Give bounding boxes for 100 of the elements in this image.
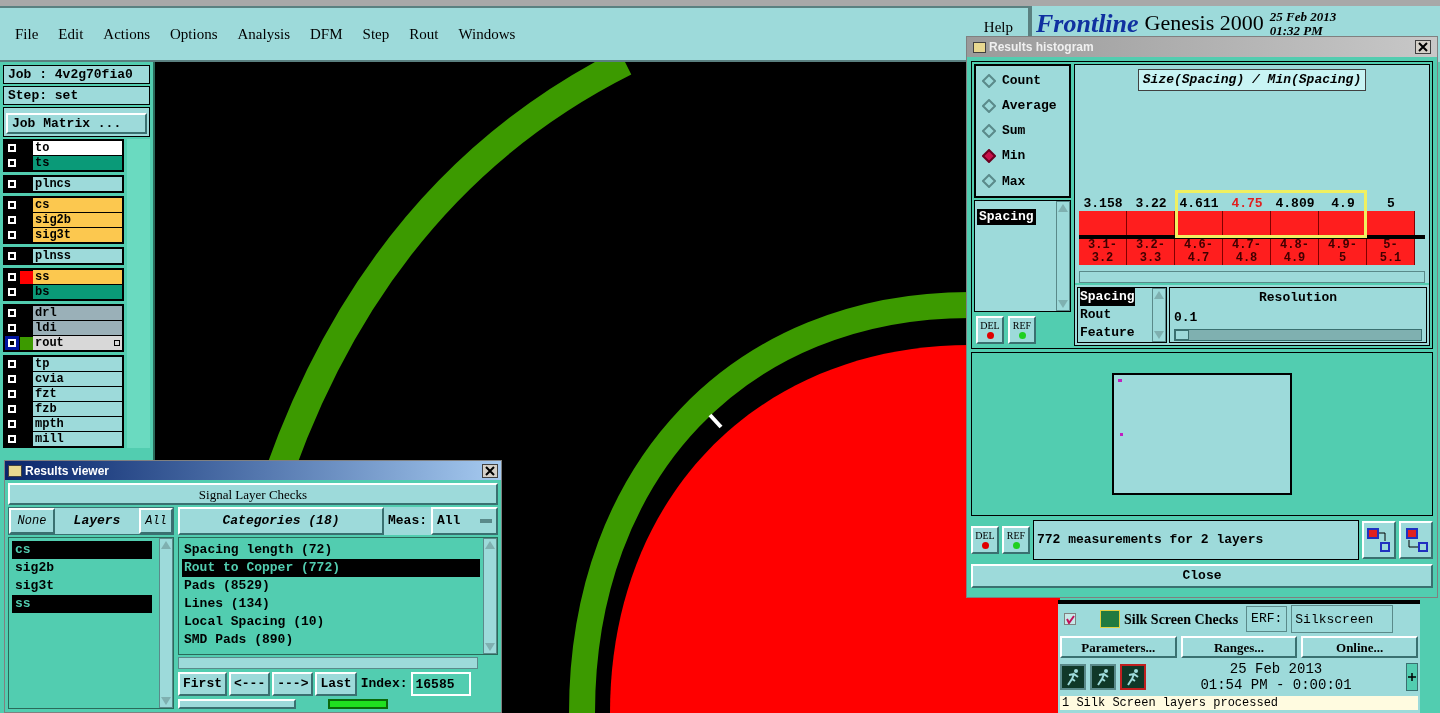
delete-button[interactable]: DEL (971, 526, 999, 554)
layer-name[interactable]: fzb (33, 402, 122, 416)
index-field[interactable]: 16585 (411, 672, 472, 696)
layer-name[interactable]: mill (33, 432, 122, 446)
layer-checkbox[interactable] (8, 339, 16, 347)
navigation-button[interactable]: ---> (272, 672, 314, 696)
slider-fill[interactable] (1175, 330, 1189, 340)
delete-button[interactable]: DEL (976, 316, 1004, 344)
layer-name[interactable]: sig3t (33, 228, 122, 242)
menu-item[interactable]: Analysis (237, 22, 291, 46)
menu-item[interactable]: Edit (58, 22, 84, 46)
layer-checkbox[interactable] (8, 435, 16, 443)
layer-name[interactable]: drl (33, 306, 122, 320)
zoom-from-icon[interactable] (1399, 521, 1433, 559)
layer-name[interactable]: plnss (33, 249, 122, 263)
category-list-item[interactable]: Pads (8529) (182, 577, 480, 595)
layer-name[interactable]: cvia (33, 372, 122, 386)
running-figure-icon[interactable] (1120, 664, 1146, 690)
vertical-scrollbar[interactable] (1056, 201, 1070, 311)
group-by-item[interactable]: Spacing (1080, 288, 1135, 306)
close-button[interactable] (482, 463, 498, 478)
zoom-to-icon[interactable] (1362, 521, 1396, 559)
layer-checkbox[interactable] (8, 159, 16, 167)
layer-name[interactable]: fzt (33, 387, 122, 401)
layer-checkbox[interactable] (8, 252, 16, 260)
layer-checkbox[interactable] (8, 324, 16, 332)
layer-name[interactable]: mpth (33, 417, 122, 431)
layer-checkbox[interactable] (8, 231, 16, 239)
menu-item[interactable]: Windows (458, 22, 516, 46)
radio-button[interactable] (982, 174, 996, 189)
reference-button[interactable]: REF (1002, 526, 1030, 554)
menu-item[interactable]: Actions (103, 22, 150, 46)
menu-item[interactable]: Options (170, 22, 218, 46)
layer-checkbox[interactable] (8, 309, 16, 317)
navigation-button[interactable]: First (178, 672, 227, 696)
layer-name[interactable]: to (33, 141, 122, 155)
add-button[interactable] (1406, 663, 1418, 691)
navigation-button[interactable]: <--- (229, 672, 271, 696)
group-by-item[interactable]: Feature (1080, 324, 1135, 342)
layer-checkbox[interactable] (8, 390, 16, 398)
select-all-button[interactable]: All (139, 508, 173, 534)
group-by-item[interactable]: Rout (1080, 306, 1112, 324)
running-figure-icon[interactable] (1060, 664, 1086, 690)
vertical-scrollbar[interactable] (483, 538, 497, 654)
toolbar-button[interactable] (178, 699, 296, 709)
radio-button[interactable] (982, 98, 996, 113)
layer-checkbox[interactable] (8, 201, 16, 209)
layer-name[interactable]: sig2b (33, 213, 122, 227)
layer-checkbox[interactable] (8, 273, 16, 281)
horizontal-scrollbar[interactable] (178, 657, 478, 669)
layer-list-item[interactable]: sig2b (12, 559, 152, 577)
layer-checkbox[interactable] (8, 405, 16, 413)
check-set-button[interactable]: Signal Layer Checks (8, 483, 498, 505)
layer-name[interactable]: ts (33, 156, 122, 170)
layer-name[interactable]: rout (33, 336, 122, 350)
menu-item[interactable]: Step (362, 22, 390, 46)
layer-checkbox[interactable] (8, 375, 16, 383)
category-list-item[interactable]: Spacing length (72) (182, 541, 480, 559)
option-button[interactable]: Parameters... (1060, 636, 1177, 658)
categories-button[interactable]: Categories (18) (178, 507, 384, 535)
category-list-item[interactable]: Rout to Copper (772) (182, 559, 480, 577)
category-list-item[interactable]: Lines (134) (182, 595, 480, 613)
menu-item[interactable]: DFM (310, 22, 343, 46)
attribute-list-item[interactable]: Spacing (977, 209, 1036, 225)
navigation-button[interactable]: Last (315, 672, 357, 696)
close-button[interactable]: Close (971, 564, 1433, 588)
layer-list-item[interactable]: cs (12, 541, 152, 559)
layer-checkbox[interactable] (8, 180, 16, 188)
vertical-scrollbar[interactable] (1152, 288, 1166, 342)
layer-checkbox[interactable] (8, 144, 16, 152)
layer-name[interactable]: cs (33, 198, 122, 212)
help-menu[interactable]: Help (983, 18, 1013, 36)
menu-item[interactable]: File (15, 22, 39, 46)
layer-name[interactable]: bs (33, 285, 122, 299)
option-button[interactable]: Online... (1301, 636, 1418, 658)
select-none-button[interactable]: None (9, 508, 55, 534)
close-button[interactable] (1415, 40, 1431, 54)
vertical-scrollbar[interactable] (159, 538, 173, 708)
running-figure-icon[interactable] (1090, 664, 1116, 690)
vertical-scrollbar[interactable] (127, 139, 150, 448)
horizontal-scrollbar[interactable] (1079, 271, 1425, 283)
layer-list-item[interactable]: sig3t (12, 577, 152, 595)
menu-item[interactable]: Rout (409, 22, 439, 46)
checkbox[interactable] (1064, 613, 1076, 625)
layer-checkbox[interactable] (8, 288, 16, 296)
category-list-item[interactable]: Local Spacing (10) (182, 613, 480, 631)
radio-button[interactable] (982, 73, 996, 88)
layer-checkbox[interactable] (8, 360, 16, 368)
option-button[interactable]: Ranges... (1180, 636, 1298, 658)
measure-dropdown[interactable]: All (431, 507, 498, 535)
erf-field[interactable]: Silkscreen (1291, 605, 1394, 633)
job-matrix-button[interactable]: Job Matrix ... (6, 113, 147, 134)
layer-name[interactable]: plncs (33, 177, 122, 191)
layer-name[interactable]: ldi (33, 321, 122, 335)
expand-icon[interactable] (114, 340, 120, 346)
radio-button[interactable] (982, 149, 996, 164)
category-list-item[interactable]: SMD Pads (890) (182, 631, 480, 649)
reference-button[interactable]: REF (1008, 316, 1036, 344)
layer-checkbox[interactable] (8, 420, 16, 428)
layer-name[interactable]: ss (33, 270, 122, 284)
